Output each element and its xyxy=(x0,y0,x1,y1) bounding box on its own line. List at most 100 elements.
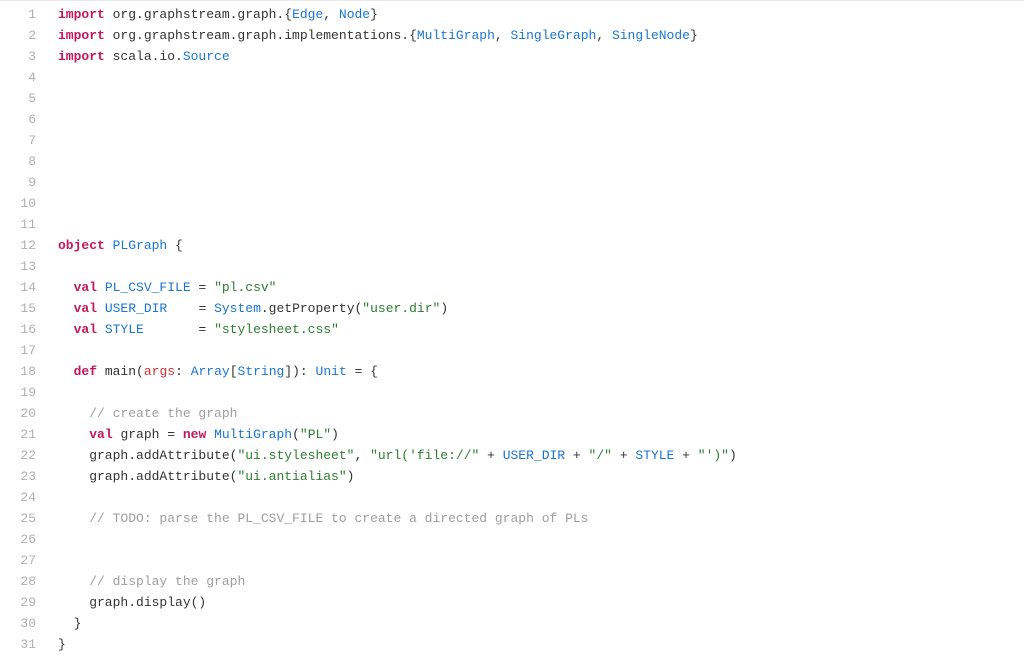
token-op xyxy=(58,280,74,295)
token-op: , xyxy=(495,28,511,43)
code-editor[interactable]: 1234567891011121314151617181920212223242… xyxy=(0,0,1024,656)
token-cls: Unit xyxy=(316,364,347,379)
code-line[interactable]: def main(args: Array[String]): Unit = { xyxy=(58,362,1024,383)
token-op: ) xyxy=(440,301,448,316)
code-line[interactable]: // create the graph xyxy=(58,404,1024,425)
token-cls: System xyxy=(214,301,261,316)
token-typebr: } xyxy=(690,28,698,43)
line-number: 25 xyxy=(0,509,36,530)
line-number-gutter: 1234567891011121314151617181920212223242… xyxy=(0,1,50,656)
code-line[interactable]: } xyxy=(58,635,1024,656)
token-str: "stylesheet.css" xyxy=(214,322,339,337)
code-line[interactable]: graph.display() xyxy=(58,593,1024,614)
line-number: 16 xyxy=(0,320,36,341)
token-op: : xyxy=(175,364,191,379)
code-line[interactable]: import org.graphstream.graph.{Edge, Node… xyxy=(58,5,1024,26)
token-typebr: } xyxy=(370,7,378,22)
code-line[interactable]: val graph = new MultiGraph("PL") xyxy=(58,425,1024,446)
line-number: 31 xyxy=(0,635,36,656)
token-kw: new xyxy=(183,427,214,442)
code-line[interactable]: } xyxy=(58,614,1024,635)
token-str: "user.dir" xyxy=(362,301,440,316)
code-line[interactable] xyxy=(58,68,1024,89)
line-number: 8 xyxy=(0,152,36,173)
token-op xyxy=(58,511,89,526)
token-op: + xyxy=(565,448,588,463)
code-line[interactable] xyxy=(58,131,1024,152)
line-number: 2 xyxy=(0,26,36,47)
code-line[interactable]: val USER_DIR = System.getProperty("user.… xyxy=(58,299,1024,320)
code-line[interactable] xyxy=(58,194,1024,215)
code-line[interactable] xyxy=(58,89,1024,110)
token-op xyxy=(58,406,89,421)
token-op: { xyxy=(167,238,183,253)
code-line[interactable] xyxy=(58,173,1024,194)
token-cls: PLGraph xyxy=(113,238,168,253)
line-number: 9 xyxy=(0,173,36,194)
line-number: 13 xyxy=(0,257,36,278)
code-line[interactable]: import scala.io.Source xyxy=(58,47,1024,68)
token-op xyxy=(58,322,74,337)
line-number: 18 xyxy=(0,362,36,383)
token-op: = xyxy=(159,427,182,442)
code-line[interactable] xyxy=(58,215,1024,236)
token-op: ) xyxy=(331,427,339,442)
code-line[interactable]: import org.graphstream.graph.implementat… xyxy=(58,26,1024,47)
token-pkg: org.graphstream.graph. xyxy=(113,7,285,22)
token-cls: String xyxy=(238,364,285,379)
token-cls: MultiGraph xyxy=(417,28,495,43)
token-kw: val xyxy=(74,280,105,295)
token-kw: import xyxy=(58,28,113,43)
line-number: 17 xyxy=(0,341,36,362)
token-fn: main xyxy=(105,364,136,379)
line-number: 28 xyxy=(0,572,36,593)
token-kw: def xyxy=(74,364,105,379)
token-op: graph.display() xyxy=(58,595,206,610)
code-line[interactable] xyxy=(58,530,1024,551)
line-number: 23 xyxy=(0,467,36,488)
token-cls: Source xyxy=(183,49,230,64)
token-str: "ui.stylesheet" xyxy=(237,448,354,463)
token-op: ]): xyxy=(284,364,315,379)
code-line[interactable] xyxy=(58,257,1024,278)
token-op: + xyxy=(612,448,635,463)
token-op: ) xyxy=(347,469,355,484)
token-kw: val xyxy=(74,301,105,316)
token-prm: args xyxy=(144,364,175,379)
token-cmt: // display the graph xyxy=(89,574,245,589)
code-line[interactable] xyxy=(58,341,1024,362)
token-str: "/" xyxy=(589,448,612,463)
token-op: , xyxy=(596,28,612,43)
code-line[interactable]: val PL_CSV_FILE = "pl.csv" xyxy=(58,278,1024,299)
line-number: 21 xyxy=(0,425,36,446)
token-op: = xyxy=(144,322,214,337)
code-line[interactable]: object PLGraph { xyxy=(58,236,1024,257)
token-op: + xyxy=(479,448,502,463)
token-op: = xyxy=(167,301,214,316)
token-kw: val xyxy=(74,322,105,337)
line-number: 27 xyxy=(0,551,36,572)
token-str: "ui.antialias" xyxy=(237,469,346,484)
token-cmt: // create the graph xyxy=(89,406,237,421)
token-op: graph.addAttribute( xyxy=(58,448,237,463)
code-line[interactable]: graph.addAttribute("ui.stylesheet", "url… xyxy=(58,446,1024,467)
code-line[interactable]: // display the graph xyxy=(58,572,1024,593)
code-line[interactable] xyxy=(58,152,1024,173)
token-op: = xyxy=(191,280,214,295)
code-line[interactable] xyxy=(58,551,1024,572)
code-line[interactable] xyxy=(58,110,1024,131)
code-line[interactable] xyxy=(58,488,1024,509)
code-line[interactable]: // TODO: parse the PL_CSV_FILE to create… xyxy=(58,509,1024,530)
token-op xyxy=(58,364,74,379)
code-line[interactable]: graph.addAttribute("ui.antialias") xyxy=(58,467,1024,488)
code-line[interactable]: val STYLE = "stylesheet.css" xyxy=(58,320,1024,341)
token-cls: Array xyxy=(191,364,230,379)
token-typebr: { xyxy=(284,7,292,22)
token-op: = { xyxy=(347,364,378,379)
code-line[interactable] xyxy=(58,383,1024,404)
code-area[interactable]: import org.graphstream.graph.{Edge, Node… xyxy=(50,1,1024,656)
token-cmt: // TODO: parse the PL_CSV_FILE to create… xyxy=(89,511,588,526)
line-number: 6 xyxy=(0,110,36,131)
token-kw: val xyxy=(89,427,120,442)
token-str: "url('file://" xyxy=(370,448,479,463)
